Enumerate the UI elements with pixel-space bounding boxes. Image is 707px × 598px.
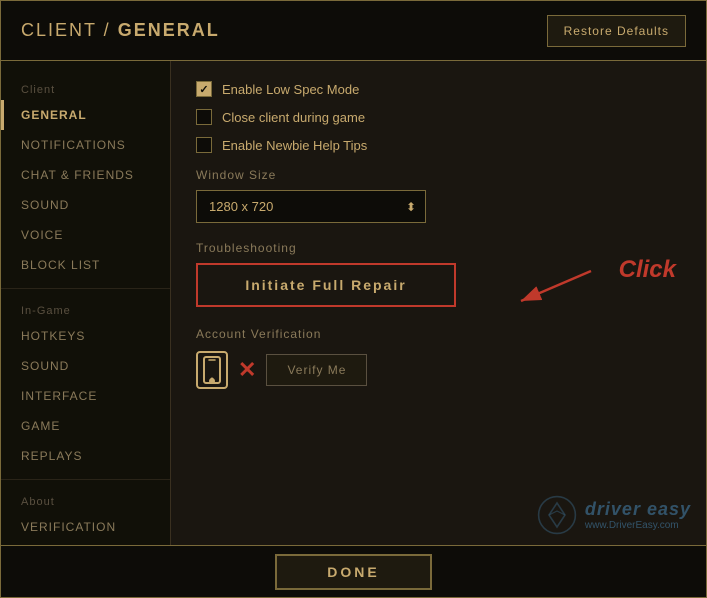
sidebar-item-sound-client[interactable]: SOUND — [1, 190, 170, 220]
restore-defaults-button[interactable]: Restore Defaults — [547, 15, 686, 47]
sidebar-item-block-list[interactable]: BLOCK LIST — [1, 250, 170, 280]
checkbox-low-spec[interactable] — [196, 81, 212, 97]
main-content: Client GENERAL NOTIFICATIONS CHAT & FRIE… — [1, 61, 706, 545]
sidebar-item-notifications[interactable]: NOTIFICATIONS — [1, 130, 170, 160]
sidebar-item-game[interactable]: GAME — [1, 411, 170, 441]
sidebar-item-interface[interactable]: INTERFACE — [1, 381, 170, 411]
header: CLIENT / GENERAL Restore Defaults — [1, 1, 706, 61]
sidebar: Client GENERAL NOTIFICATIONS CHAT & FRIE… — [1, 61, 171, 545]
content-area: Enable Low Spec Mode Close client during… — [171, 61, 706, 545]
initiate-full-repair-button[interactable]: Initiate Full Repair — [196, 263, 456, 307]
watermark-url: www.DriverEasy.com — [585, 520, 691, 531]
footer: DONE — [1, 545, 706, 597]
watermark: driver easy www.DriverEasy.com — [537, 495, 691, 535]
window-size-select[interactable]: 1280 x 720 1920 x 1080 1024 x 768 — [196, 190, 426, 223]
sidebar-item-verification[interactable]: VERIFICATION — [1, 512, 170, 542]
x-mark-icon: ✕ — [238, 357, 256, 383]
account-verification-label: Account Verification — [196, 327, 681, 341]
label-newbie-help: Enable Newbie Help Tips — [222, 138, 367, 153]
window-size-wrapper: 1280 x 720 1920 x 1080 1024 x 768 ⬍ — [196, 190, 426, 223]
sidebar-item-sound-ingame[interactable]: SOUND — [1, 351, 170, 381]
label-close-client: Close client during game — [222, 110, 365, 125]
troubleshooting-label: Troubleshooting — [196, 241, 681, 255]
account-icons-row: ✕ Verify Me — [196, 351, 681, 389]
click-arrow-svg — [501, 256, 611, 316]
sidebar-item-chat-friends[interactable]: CHAT & FRIENDS — [1, 160, 170, 190]
sidebar-item-replays[interactable]: REPLAYS — [1, 441, 170, 471]
watermark-logo-svg — [537, 495, 577, 535]
watermark-name: driver easy — [585, 499, 691, 520]
sidebar-item-voice[interactable]: VOICE — [1, 220, 170, 250]
phone-icon — [196, 351, 228, 389]
account-verification-section: Account Verification ✕ Verify Me — [196, 327, 681, 389]
app-window: CLIENT / GENERAL Restore Defaults Client… — [0, 0, 707, 598]
click-text: Click — [619, 256, 676, 284]
sidebar-divider-2 — [1, 479, 170, 480]
sidebar-section-client: Client — [1, 76, 170, 100]
sidebar-section-ingame: In-Game — [1, 297, 170, 321]
sidebar-item-general[interactable]: GENERAL — [1, 100, 170, 130]
verify-me-button[interactable]: Verify Me — [266, 354, 367, 386]
window-size-label: Window Size — [196, 168, 681, 182]
click-annotation: Click — [619, 256, 676, 284]
checkbox-row-newbie-help: Enable Newbie Help Tips — [196, 137, 681, 153]
done-button[interactable]: DONE — [275, 554, 431, 590]
sidebar-section-about: About — [1, 488, 170, 512]
checkbox-close-client[interactable] — [196, 109, 212, 125]
phone-svg — [203, 356, 221, 384]
page-title: CLIENT / GENERAL — [21, 20, 220, 41]
sidebar-divider — [1, 288, 170, 289]
title-bold: GENERAL — [118, 20, 220, 40]
sidebar-item-hotkeys[interactable]: HOTKEYS — [1, 321, 170, 351]
checkbox-row-close-client: Close client during game — [196, 109, 681, 125]
checkbox-row-low-spec: Enable Low Spec Mode — [196, 81, 681, 97]
title-prefix: CLIENT / — [21, 20, 118, 40]
watermark-text-block: driver easy www.DriverEasy.com — [585, 499, 691, 531]
label-low-spec: Enable Low Spec Mode — [222, 82, 359, 97]
checkbox-newbie-help[interactable] — [196, 137, 212, 153]
